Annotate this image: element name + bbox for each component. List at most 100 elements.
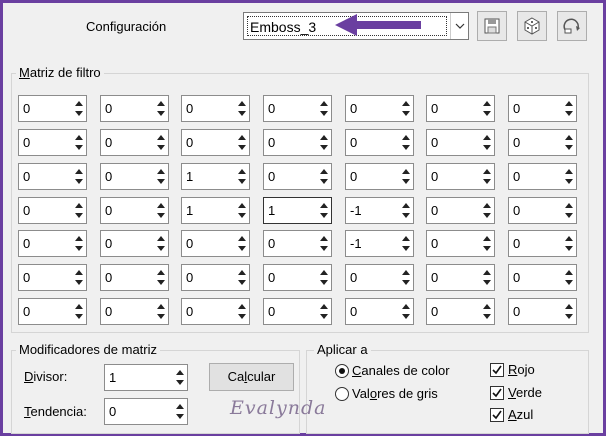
- matrix-cell-spinner[interactable]: [482, 268, 492, 287]
- matrix-cell-r5-c1[interactable]: 0: [18, 230, 87, 257]
- matrix-cell-r6-c3[interactable]: 0: [181, 264, 250, 291]
- matrix-cell-r3-c7[interactable]: 0: [508, 163, 577, 190]
- matrix-cell-r2-c4[interactable]: 0: [263, 129, 332, 156]
- matrix-cell-spinner[interactable]: [401, 167, 411, 186]
- matrix-cell-spinner[interactable]: [319, 268, 329, 287]
- matrix-cell-spinner[interactable]: [74, 99, 84, 118]
- matrix-cell-r1-c4[interactable]: 0: [263, 95, 332, 122]
- matrix-cell-spinner[interactable]: [482, 99, 492, 118]
- matrix-cell-r3-c4[interactable]: 0: [263, 163, 332, 190]
- matrix-cell-r4-c4[interactable]: 1: [263, 197, 332, 224]
- save-preset-button[interactable]: [477, 11, 507, 41]
- matrix-cell-spinner[interactable]: [401, 302, 411, 321]
- matrix-cell-r4-c2[interactable]: 0: [100, 197, 169, 224]
- blue-checkbox[interactable]: [490, 408, 504, 422]
- matrix-cell-spinner[interactable]: [319, 302, 329, 321]
- matrix-cell-r6-c6[interactable]: 0: [426, 264, 495, 291]
- calculate-button[interactable]: Calcular: [209, 363, 294, 391]
- green-label[interactable]: Verde: [508, 385, 542, 400]
- matrix-cell-spinner[interactable]: [156, 201, 166, 220]
- matrix-cell-r3-c5[interactable]: 0: [345, 163, 414, 190]
- matrix-cell-r5-c5[interactable]: -1: [345, 230, 414, 257]
- color-channels-label[interactable]: Canales de color: [352, 363, 450, 378]
- matrix-cell-r3-c6[interactable]: 0: [426, 163, 495, 190]
- matrix-cell-r5-c7[interactable]: 0: [508, 230, 577, 257]
- matrix-cell-r5-c4[interactable]: 0: [263, 230, 332, 257]
- matrix-cell-r1-c1[interactable]: 0: [18, 95, 87, 122]
- green-checkbox[interactable]: [490, 386, 504, 400]
- grayscale-label[interactable]: Valores de gris: [352, 386, 438, 401]
- matrix-cell-spinner[interactable]: [319, 201, 329, 220]
- matrix-cell-r1-c3[interactable]: 0: [181, 95, 250, 122]
- matrix-cell-r1-c6[interactable]: 0: [426, 95, 495, 122]
- matrix-cell-spinner[interactable]: [74, 268, 84, 287]
- matrix-cell-r7-c2[interactable]: 0: [100, 298, 169, 325]
- randomize-button[interactable]: [517, 11, 547, 41]
- matrix-cell-spinner[interactable]: [156, 99, 166, 118]
- matrix-cell-spinner[interactable]: [74, 201, 84, 220]
- matrix-cell-r1-c5[interactable]: 0: [345, 95, 414, 122]
- matrix-cell-r2-c7[interactable]: 0: [508, 129, 577, 156]
- matrix-cell-spinner[interactable]: [156, 302, 166, 321]
- matrix-cell-spinner[interactable]: [237, 302, 247, 321]
- bias-spinner[interactable]: [175, 402, 185, 421]
- matrix-cell-r6-c2[interactable]: 0: [100, 264, 169, 291]
- reset-button[interactable]: [557, 11, 587, 41]
- matrix-cell-r4-c5[interactable]: -1: [345, 197, 414, 224]
- matrix-cell-spinner[interactable]: [564, 268, 574, 287]
- matrix-cell-spinner[interactable]: [237, 234, 247, 253]
- matrix-cell-spinner[interactable]: [564, 302, 574, 321]
- matrix-cell-r7-c4[interactable]: 0: [263, 298, 332, 325]
- matrix-cell-spinner[interactable]: [482, 302, 492, 321]
- combo-dropdown-button[interactable]: [450, 13, 468, 39]
- matrix-cell-r7-c3[interactable]: 0: [181, 298, 250, 325]
- matrix-cell-r5-c3[interactable]: 0: [181, 230, 250, 257]
- matrix-cell-spinner[interactable]: [156, 268, 166, 287]
- matrix-cell-r3-c3[interactable]: 1: [181, 163, 250, 190]
- red-checkbox[interactable]: [490, 363, 504, 377]
- matrix-cell-spinner[interactable]: [564, 133, 574, 152]
- grayscale-radio[interactable]: [335, 387, 349, 401]
- matrix-cell-spinner[interactable]: [319, 234, 329, 253]
- matrix-cell-spinner[interactable]: [564, 234, 574, 253]
- matrix-cell-spinner[interactable]: [74, 234, 84, 253]
- matrix-cell-r5-c6[interactable]: 0: [426, 230, 495, 257]
- matrix-cell-r3-c2[interactable]: 0: [100, 163, 169, 190]
- matrix-cell-spinner[interactable]: [564, 99, 574, 118]
- matrix-cell-spinner[interactable]: [564, 167, 574, 186]
- matrix-cell-r2-c3[interactable]: 0: [181, 129, 250, 156]
- matrix-cell-spinner[interactable]: [74, 167, 84, 186]
- blue-label[interactable]: Azul: [508, 407, 533, 422]
- matrix-cell-spinner[interactable]: [401, 234, 411, 253]
- matrix-cell-r2-c6[interactable]: 0: [426, 129, 495, 156]
- matrix-cell-spinner[interactable]: [482, 167, 492, 186]
- matrix-cell-spinner[interactable]: [319, 167, 329, 186]
- matrix-cell-r4-c7[interactable]: 0: [508, 197, 577, 224]
- matrix-cell-r6-c7[interactable]: 0: [508, 264, 577, 291]
- matrix-cell-spinner[interactable]: [401, 99, 411, 118]
- matrix-cell-spinner[interactable]: [319, 99, 329, 118]
- matrix-cell-spinner[interactable]: [156, 234, 166, 253]
- matrix-cell-r3-c1[interactable]: 0: [18, 163, 87, 190]
- divisor-input[interactable]: 1: [104, 364, 188, 391]
- matrix-cell-r4-c3[interactable]: 1: [181, 197, 250, 224]
- matrix-cell-r7-c6[interactable]: 0: [426, 298, 495, 325]
- matrix-cell-spinner[interactable]: [74, 302, 84, 321]
- matrix-cell-r6-c1[interactable]: 0: [18, 264, 87, 291]
- matrix-cell-spinner[interactable]: [156, 167, 166, 186]
- matrix-cell-r2-c1[interactable]: 0: [18, 129, 87, 156]
- color-channels-radio[interactable]: [335, 364, 349, 378]
- matrix-cell-spinner[interactable]: [401, 268, 411, 287]
- matrix-cell-r4-c6[interactable]: 0: [426, 197, 495, 224]
- matrix-cell-spinner[interactable]: [237, 167, 247, 186]
- matrix-cell-r1-c2[interactable]: 0: [100, 95, 169, 122]
- matrix-cell-r7-c1[interactable]: 0: [18, 298, 87, 325]
- matrix-cell-spinner[interactable]: [237, 201, 247, 220]
- matrix-cell-r6-c4[interactable]: 0: [263, 264, 332, 291]
- matrix-cell-spinner[interactable]: [74, 133, 84, 152]
- matrix-cell-r6-c5[interactable]: 0: [345, 264, 414, 291]
- matrix-cell-spinner[interactable]: [482, 234, 492, 253]
- matrix-cell-r5-c2[interactable]: 0: [100, 230, 169, 257]
- matrix-cell-r2-c2[interactable]: 0: [100, 129, 169, 156]
- matrix-cell-r2-c5[interactable]: 0: [345, 129, 414, 156]
